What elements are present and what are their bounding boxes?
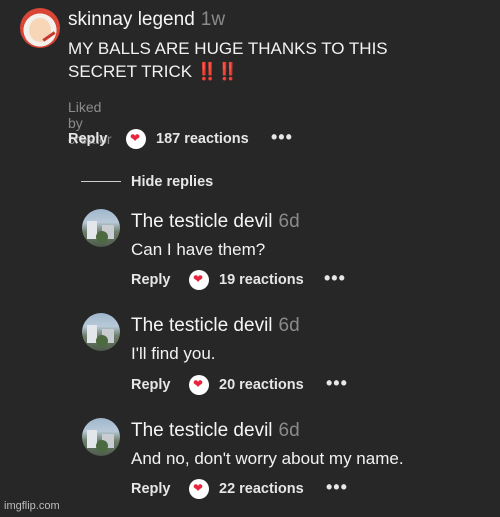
double-exclamation-icon: ‼️‼️ [196, 62, 238, 81]
author-name[interactable]: The testicle devil [131, 315, 273, 336]
heart-reaction-icon[interactable] [189, 270, 209, 290]
author-name[interactable]: The testicle devil [131, 211, 273, 232]
comment-time: 6d [278, 420, 300, 441]
reactions-count[interactable]: 19 reactions [219, 272, 304, 288]
avatar[interactable] [82, 313, 120, 351]
reactions-count[interactable]: 22 reactions [219, 481, 304, 497]
more-options-icon[interactable]: ••• [326, 477, 348, 498]
comment-actions: Reply 22 reactions ••• [131, 477, 361, 501]
heart-reaction-icon[interactable] [189, 375, 209, 395]
watermark: imgflip.com [4, 500, 60, 512]
more-options-icon[interactable]: ••• [326, 373, 348, 394]
comment-text: Can I have them? [131, 240, 266, 259]
author-name[interactable]: The testicle devil [131, 420, 273, 441]
more-options-icon[interactable]: ••• [324, 268, 346, 289]
comment-text-line1: MY BALLS ARE HUGE THANKS TO THIS [68, 39, 388, 58]
avatar[interactable] [82, 209, 120, 247]
reply-button[interactable]: Reply [131, 481, 171, 497]
hide-replies-button[interactable]: Hide replies [131, 174, 213, 190]
comment-time: 6d [278, 211, 300, 232]
reply-button[interactable]: Reply [131, 377, 171, 393]
heart-reaction-icon[interactable] [189, 479, 209, 499]
comment-author[interactable]: The testicle devil 6d [131, 315, 300, 337]
author-name[interactable]: skinnay legend [68, 9, 195, 30]
comment-actions: Reply 187 reactions ••• [68, 127, 308, 151]
avatar[interactable] [82, 418, 120, 456]
comment-author[interactable]: skinnay legend 1w [68, 9, 225, 31]
comment-text-line2: SECRET TRICK ‼️‼️ [68, 61, 238, 83]
more-options-icon[interactable]: ••• [271, 127, 293, 148]
comment-author[interactable]: The testicle devil 6d [131, 211, 300, 233]
avatar[interactable] [20, 8, 60, 48]
comment-actions: Reply 20 reactions ••• [131, 373, 361, 397]
comment-author[interactable]: The testicle devil 6d [131, 420, 300, 442]
reply-button[interactable]: Reply [131, 272, 171, 288]
reply-button[interactable]: Reply [68, 131, 108, 147]
comment-actions: Reply 19 reactions ••• [131, 268, 361, 292]
comment-text: I'll find you. [131, 344, 216, 363]
comment-text: SECRET TRICK [68, 62, 193, 81]
divider-line [81, 181, 121, 182]
comment-text: And no, don't worry about my name. [131, 449, 404, 468]
reactions-count[interactable]: 187 reactions [156, 131, 249, 147]
reactions-count[interactable]: 20 reactions [219, 377, 304, 393]
comment-time: 6d [278, 315, 300, 336]
comment-time: 1w [200, 9, 226, 30]
heart-reaction-icon[interactable] [126, 129, 146, 149]
